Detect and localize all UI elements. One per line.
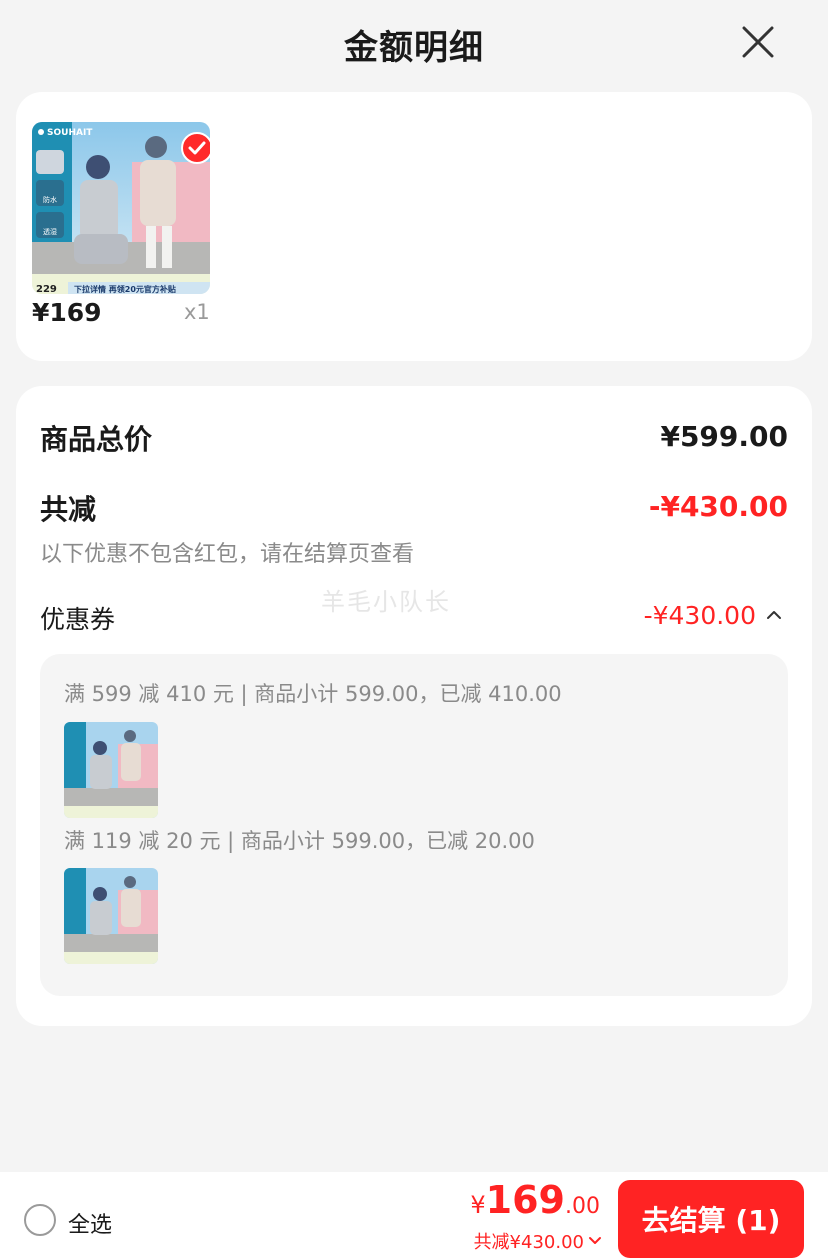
total-value: ¥599.00 xyxy=(660,420,788,453)
thumb-price-tag: 229 xyxy=(36,284,57,294)
product-thumbnail[interactable]: 防水 透湿 SOUHAIT 229 下拉详情 再领20元官方补贴 xyxy=(32,122,210,294)
chevron-up-icon[interactable] xyxy=(766,609,782,621)
coupon-item-thumbnail[interactable] xyxy=(64,722,158,818)
modal-header: 金额明细 xyxy=(0,0,828,88)
price-decimal: .00 xyxy=(565,1194,600,1219)
close-icon[interactable] xyxy=(738,22,778,62)
price-integer: 169 xyxy=(485,1178,565,1222)
page-title: 金额明细 xyxy=(344,27,484,68)
discount-label: 共减 xyxy=(40,493,97,526)
select-all-radio[interactable] xyxy=(24,1204,56,1236)
coupon-item-thumbnail[interactable] xyxy=(64,868,158,964)
badge-2-text: 透湿 xyxy=(43,227,57,236)
checkout-bar: 全选 ¥ 169 .00 共减¥430.00 去结算 (1) xyxy=(0,1172,828,1259)
brand-text: SOUHAIT xyxy=(47,128,93,138)
discount-note: 以下优惠不包含红包，请在结算页查看 xyxy=(40,542,415,567)
coupon-label[interactable]: 优惠券 xyxy=(40,600,115,636)
total-label: 商品总价 xyxy=(40,423,153,456)
summary-card: 商品总价 ¥599.00 共减 -¥430.00 以下优惠不包含红包，请在结算页… xyxy=(16,386,812,1026)
product-qty: x1 xyxy=(184,300,210,324)
badge-1-text: 防水 xyxy=(43,195,57,204)
product-price: ¥169 xyxy=(32,298,102,327)
select-all-label[interactable]: 全选 xyxy=(68,1207,112,1239)
total-payable: ¥ 169 .00 xyxy=(470,1178,600,1222)
total-discount-toggle[interactable]: 共减¥430.00 xyxy=(474,1228,602,1254)
currency-symbol: ¥ xyxy=(470,1191,486,1219)
coupon-value[interactable]: -¥430.00 xyxy=(644,601,756,630)
product-card: 防水 透湿 SOUHAIT 229 下拉详情 再领20元官方补贴 ¥169 x1 xyxy=(16,92,812,361)
thumb-banner-text: 下拉详情 再领20元官方补贴 xyxy=(74,284,176,294)
watermark-text: 羊毛小队长 xyxy=(321,588,451,616)
coupon-line-1: 满 599 减 410 元 | 商品小计 599.00，已减 410.00 xyxy=(64,682,562,706)
total-discount-text: 共减¥430.00 xyxy=(473,1232,584,1253)
chevron-down-icon xyxy=(589,1237,601,1244)
selected-check-icon[interactable] xyxy=(181,132,210,164)
checkout-button[interactable]: 去结算 (1) xyxy=(618,1180,804,1258)
discount-value: -¥430.00 xyxy=(648,490,788,523)
coupon-detail-box: 满 599 减 410 元 | 商品小计 599.00，已减 410.00 满 … xyxy=(40,654,788,996)
coupon-line-2: 满 119 减 20 元 | 商品小计 599.00，已减 20.00 xyxy=(64,829,535,853)
